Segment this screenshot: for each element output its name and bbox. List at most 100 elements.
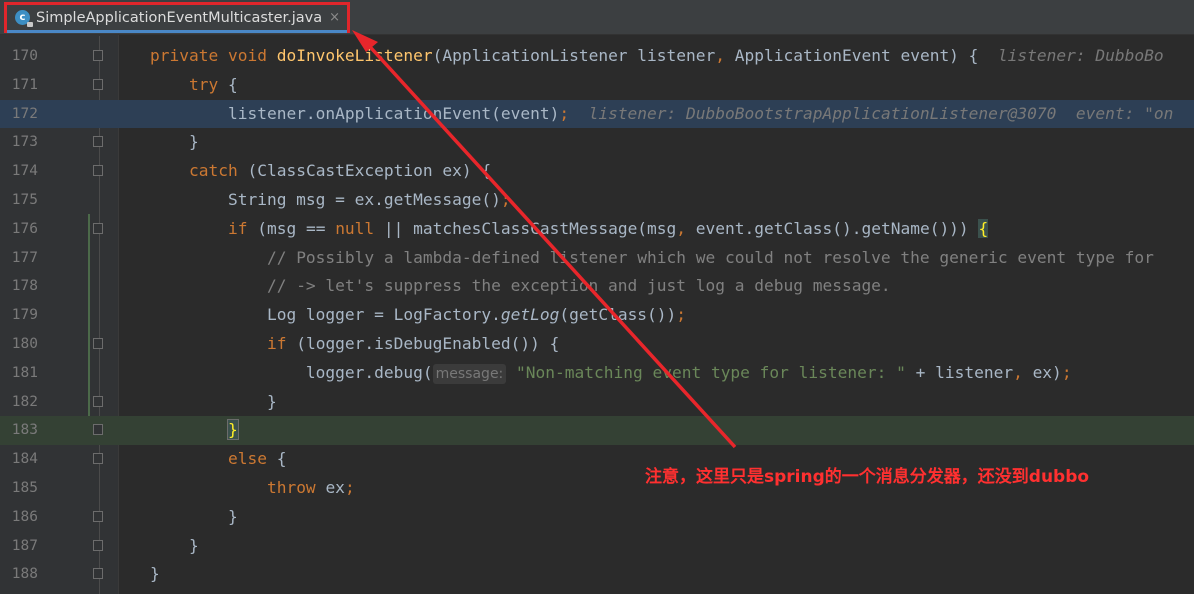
code-line[interactable]: 181 logger.debug(message: "Non-matching …: [0, 359, 1194, 388]
code-token: throw: [266, 477, 326, 497]
code-text: catch (ClassCastException ex) {: [150, 157, 491, 186]
java-class-icon: c: [15, 10, 33, 27]
close-icon[interactable]: ×: [329, 10, 340, 25]
code-token: doInvokeListener: [276, 46, 433, 65]
code-line[interactable]: 183 }: [0, 416, 1194, 446]
code-token: }: [150, 132, 199, 152]
code-line[interactable]: 177 // Possibly a lambda-defined listene…: [0, 244, 1194, 273]
fold-marker-icon[interactable]: [93, 136, 103, 148]
fold-marker-icon[interactable]: [93, 395, 103, 407]
code-text: }: [150, 388, 277, 417]
code-token: ;: [676, 305, 687, 325]
active-tab-indicator: [7, 30, 347, 33]
code-token: null: [335, 218, 384, 238]
fold-marker-icon[interactable]: [93, 453, 103, 465]
code-line[interactable]: 176 if (msg == null || matchesClassCastM…: [0, 215, 1194, 244]
debug-inline-value: listener: DubboBo: [997, 46, 1164, 65]
code-text: listener.onApplicationEvent(event); list…: [150, 100, 1173, 129]
code-line[interactable]: 187 }: [0, 532, 1194, 561]
code-token: }: [226, 419, 239, 441]
line-number: 183: [11, 422, 38, 439]
code-text: }: [150, 416, 239, 445]
code-token: (ClassCastException ex) {: [247, 161, 492, 181]
code-line[interactable]: 179 Log logger = LogFactory.getLog(getCl…: [0, 301, 1194, 330]
code-token: {: [227, 74, 238, 94]
code-token: if: [266, 333, 297, 353]
code-token: (logger.isDebugEnabled()) {: [296, 333, 560, 353]
code-line[interactable]: 170 private void doInvokeListener(Applica…: [0, 42, 1194, 71]
fold-marker-icon[interactable]: [93, 568, 103, 580]
code-text: Log logger = LogFactory.getLog(getClass(…: [150, 301, 686, 330]
code-line[interactable]: 186 }: [0, 503, 1194, 532]
code-line[interactable]: 180 if (logger.isDebugEnabled()) {: [0, 330, 1194, 359]
code-line[interactable]: 172 listener.onApplicationEvent(event); …: [0, 99, 1194, 129]
code-token: }: [150, 535, 199, 555]
code-editor[interactable]: 170 private void doInvokeListener(Applica…: [0, 42, 1194, 589]
code-token: // -> let's suppress the exception and j…: [266, 276, 891, 296]
code-line[interactable]: 175 String msg = ex.getMessage();: [0, 186, 1194, 215]
code-token: ApplicationEvent event) {: [734, 46, 998, 65]
code-token: ex: [325, 477, 345, 497]
fold-marker-icon[interactable]: [93, 50, 103, 61]
code-token: event.getClass().getName())): [695, 218, 979, 238]
code-text: throw ex;: [150, 474, 355, 503]
line-number: 187: [11, 537, 38, 554]
code-token: (getClass()): [559, 305, 677, 325]
fold-marker-icon[interactable]: [93, 78, 103, 90]
code-line[interactable]: 174 catch (ClassCastException ex) {: [0, 157, 1194, 186]
code-text: String msg = ex.getMessage();: [150, 186, 511, 215]
code-token: // Possibly a lambda-defined listener wh…: [266, 247, 1154, 267]
code-line[interactable]: 178 // -> let's suppress the exception a…: [0, 272, 1194, 301]
code-token: logger.debug(: [150, 362, 433, 382]
code-token: listener.onApplicationEvent(event): [150, 103, 560, 123]
code-token: || matchesClassCastMessage(msg: [383, 218, 677, 238]
fold-marker-icon[interactable]: [93, 165, 103, 177]
code-token: "Non-matching event type for listener: ": [516, 362, 906, 382]
code-token: }: [150, 391, 277, 411]
code-text: else {: [150, 445, 286, 474]
code-text: private void doInvokeListener(Applicatio…: [150, 42, 1164, 71]
code-token: getLog: [500, 305, 560, 325]
code-token: String msg = ex.getMessage(): [150, 189, 501, 209]
code-token: ,: [1013, 362, 1033, 382]
code-text: if (msg == null || matchesClassCastMessa…: [150, 215, 989, 244]
code-token: }: [150, 564, 160, 584]
file-tab[interactable]: c SimpleApplicationEventMulticaster.java…: [4, 2, 350, 33]
code-line[interactable]: 188}: [0, 560, 1194, 589]
line-number: 178: [11, 278, 38, 295]
code-token: Log logger = LogFactory.: [150, 305, 501, 325]
fold-marker-icon[interactable]: [93, 337, 103, 349]
code-text: try {: [150, 71, 238, 100]
code-text: }: [150, 128, 199, 157]
code-line[interactable]: 173 }: [0, 128, 1194, 157]
code-token: (ApplicationListener listener: [432, 46, 716, 65]
debug-inline-value: listener: DubboBootstrapApplicationListe…: [588, 103, 1174, 123]
code-token: try: [188, 74, 228, 94]
line-number: 171: [11, 76, 38, 93]
code-token: ,: [676, 218, 696, 238]
line-number: 173: [11, 134, 38, 151]
fold-marker-icon[interactable]: [93, 539, 103, 551]
code-text: }: [150, 532, 199, 561]
code-text: }: [150, 503, 238, 532]
fold-marker-icon[interactable]: [93, 424, 103, 436]
code-token: else: [227, 449, 277, 469]
code-text: // -> let's suppress the exception and j…: [150, 272, 891, 301]
line-number: 184: [11, 451, 38, 468]
line-number: 180: [11, 335, 38, 352]
line-number: 172: [11, 105, 38, 122]
line-number: 182: [11, 393, 38, 410]
code-line[interactable]: 182 }: [0, 388, 1194, 417]
line-number: 175: [11, 191, 38, 208]
fold-marker-icon[interactable]: [93, 510, 103, 522]
line-number: 181: [11, 364, 38, 381]
fold-marker-icon[interactable]: [93, 222, 103, 234]
code-token: }: [150, 506, 238, 526]
code-line[interactable]: 171 try {: [0, 71, 1194, 100]
